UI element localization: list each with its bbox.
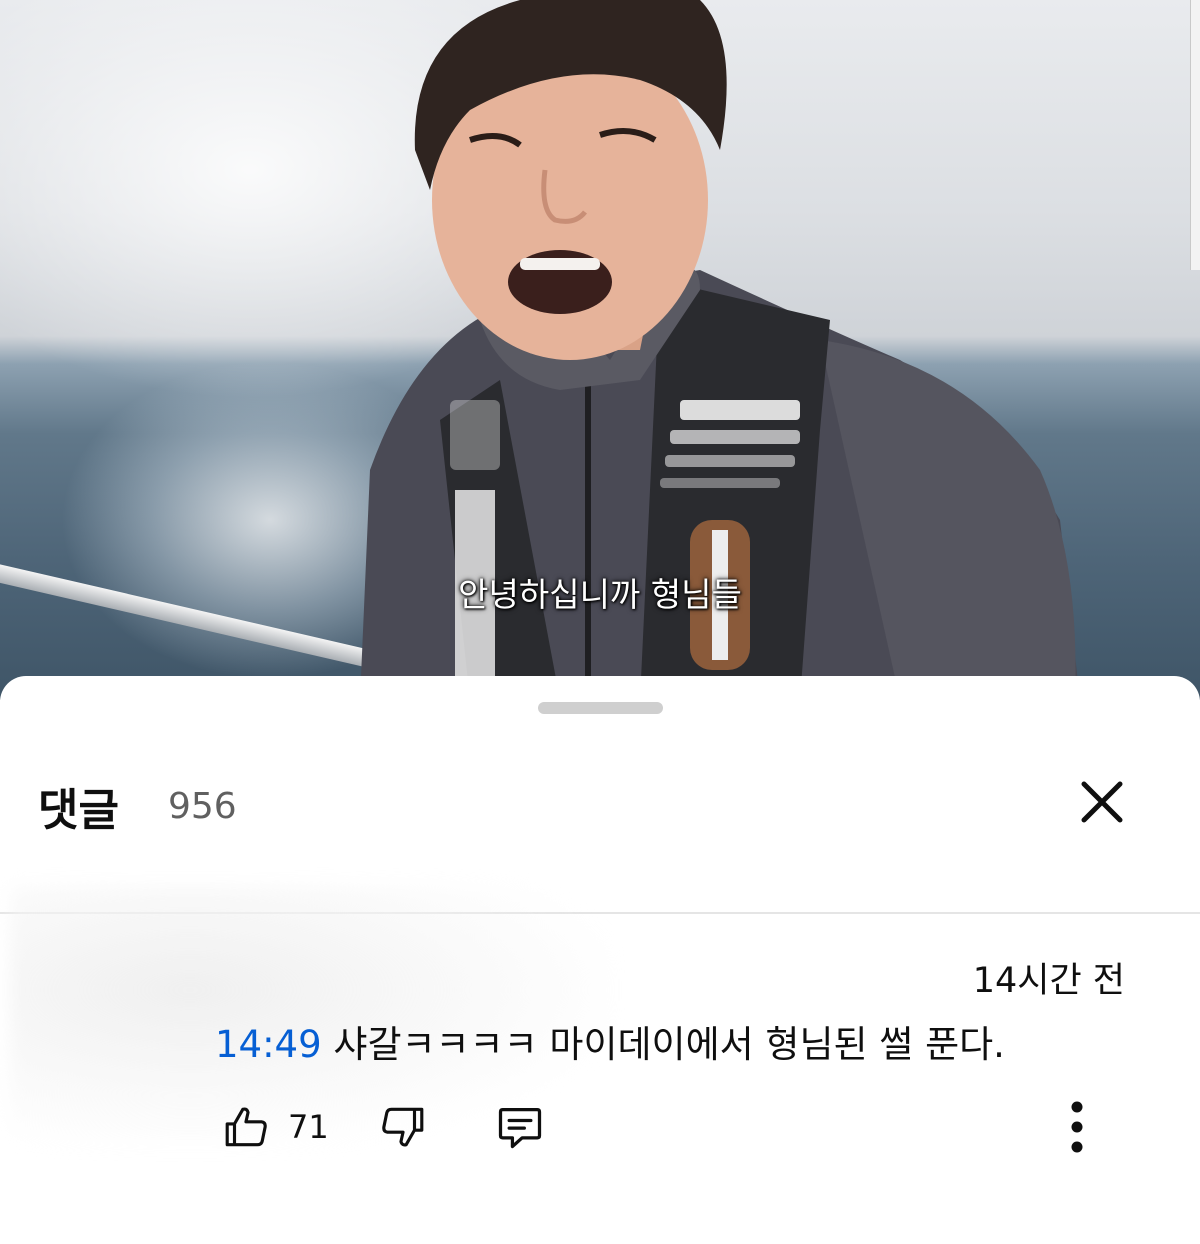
close-icon (1081, 781, 1123, 823)
comment-text: 샤갈ㅋㅋㅋㅋ 마이데이에서 형님된 썰 푼다. (321, 1023, 1005, 1066)
comment-time-ago: 14시간 전 (972, 961, 1125, 1001)
timestamp-link[interactable]: 14:49 (215, 1023, 322, 1066)
thumbs-down-icon (382, 1107, 424, 1147)
comment-body: 14:49 샤갈ㅋㅋㅋㅋ 마이데이에서 형님된 썰 푼다. (215, 1014, 1005, 1068)
video-player[interactable]: 안녕하십니까 형님들 (0, 0, 1200, 700)
drag-handle[interactable] (538, 702, 663, 714)
dislike-button[interactable] (377, 1092, 427, 1162)
like-button[interactable]: 71 (222, 1092, 329, 1162)
thumbs-up-icon (225, 1107, 267, 1147)
more-options-button[interactable] (1052, 1092, 1102, 1162)
video-subtitle: 안녕하십니까 형님들 (458, 575, 742, 614)
close-button[interactable] (1070, 770, 1134, 834)
video-edge-scrollbar (1190, 0, 1200, 270)
comment-item: 14시간 전 14:49 샤갈ㅋㅋㅋㅋ 마이데이에서 형님된 썰 푼다. 71 (0, 886, 1200, 1244)
more-vert-icon (1071, 1101, 1083, 1153)
comments-count: 956 (168, 786, 237, 827)
comments-sheet: 댓글 956 14시간 전 14:49 샤갈ㅋㅋㅋㅋ 마이데이에서 형님된 썰 … (0, 676, 1200, 1244)
reply-button[interactable] (494, 1092, 546, 1162)
comments-header: 댓글 956 (0, 764, 1200, 864)
like-count: 71 (288, 1108, 329, 1146)
comments-title: 댓글 (38, 785, 119, 836)
comment-actions: 71 (222, 1092, 1142, 1162)
reply-icon (498, 1108, 542, 1149)
